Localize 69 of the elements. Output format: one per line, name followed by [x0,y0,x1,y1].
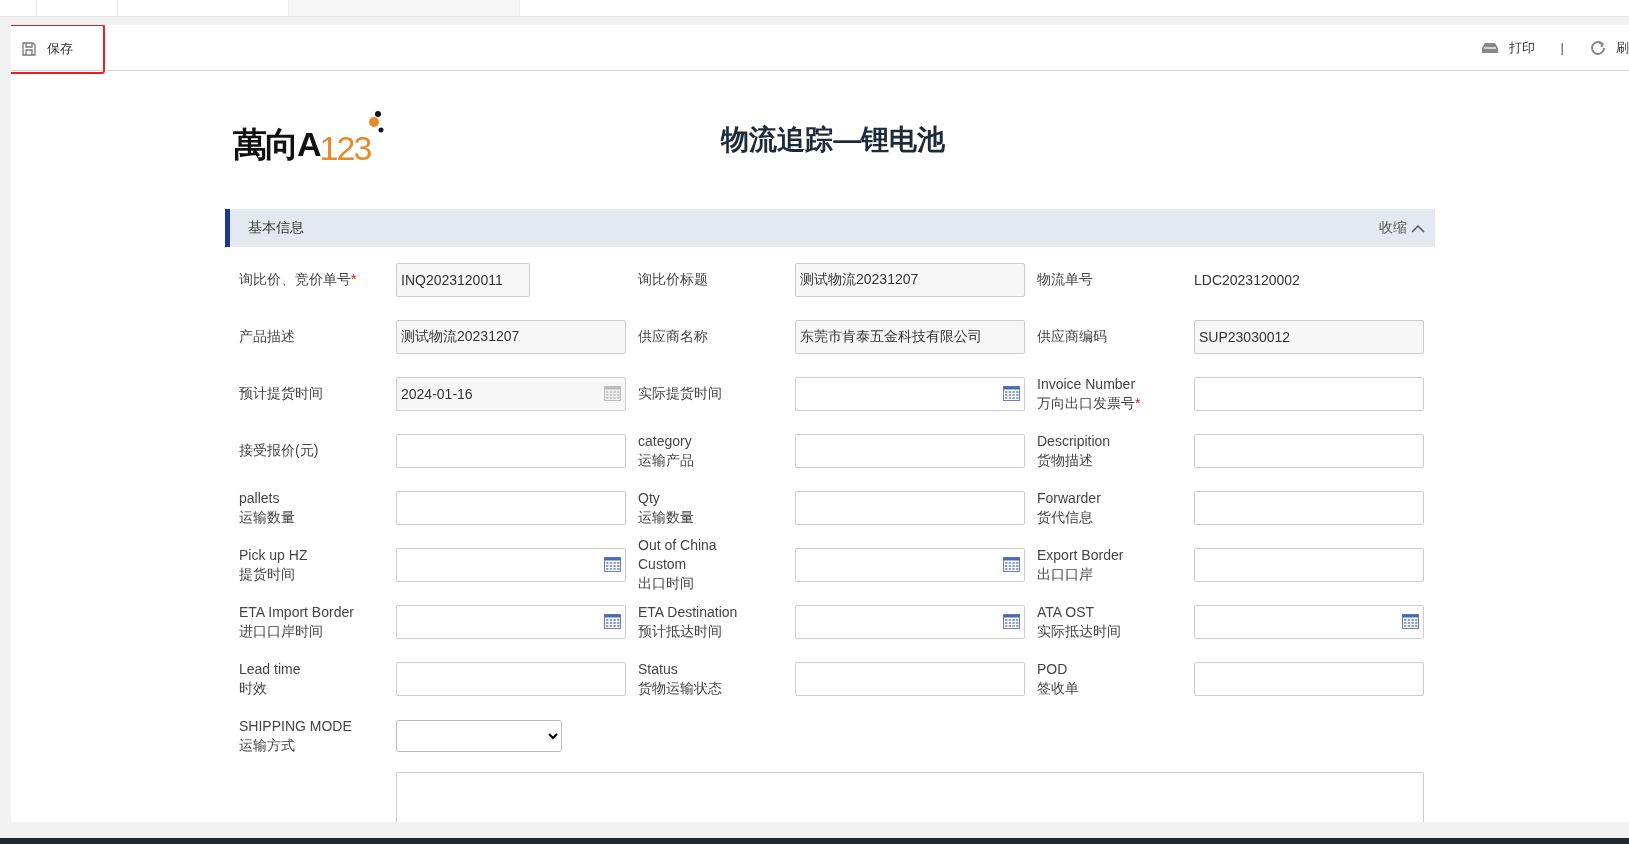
field-label: ETA Import Border 进口口岸时间 [239,602,355,641]
field-label: Forwarder 货代信息 [1037,488,1102,527]
date-field[interactable] [795,376,1025,411]
date-field[interactable] [795,547,1025,582]
field-label: 产品描述 [239,327,296,346]
input-field[interactable]: 测试物流20231207 [396,319,626,354]
save-icon [21,41,37,57]
field-label: ETA Destination 预计抵达时间 [638,602,739,641]
calendar-icon[interactable] [1003,386,1020,401]
field-label: Lead time 时效 [239,659,302,698]
input-field[interactable] [396,490,626,525]
field-label: 供应商编码 [1037,327,1108,346]
date-field[interactable] [1194,604,1424,639]
refresh-button[interactable]: 刷 [1590,38,1629,57]
field-label: Export Border 出口口岸 [1037,545,1125,584]
input-field[interactable] [396,661,626,696]
field-label: POD 签收单 [1037,659,1080,698]
field-label: Pick up HZ 提货时间 [239,545,309,584]
date-field[interactable] [396,547,626,582]
collapse-toggle[interactable]: 收缩 [1379,219,1425,237]
print-icon [1480,41,1499,54]
print-button[interactable]: 打印 [1480,38,1535,57]
calendar-icon[interactable] [1003,557,1020,572]
field-label: 询比价标题 [638,270,709,289]
order-number: LDC2023120002 [1194,271,1301,288]
field-label: 实际提货时间 [638,384,723,403]
calendar-icon[interactable] [1402,614,1419,629]
input-field[interactable] [1194,490,1424,525]
field-label: Descripition 货物描述 [1037,431,1112,470]
date-field[interactable]: 2024-01-16 [396,376,626,411]
input-field[interactable] [396,433,626,468]
text-area[interactable] [396,772,1424,822]
input-field[interactable] [1194,661,1424,696]
input-field[interactable]: INQ2023120011 [396,262,530,297]
field-label: 询比价、竞价单号* [239,270,358,289]
field-label: 供应商名称 [638,327,709,346]
separator: | [1560,40,1564,55]
input-field[interactable] [1194,376,1424,411]
calendar-icon[interactable] [1003,614,1020,629]
field-label: 接受报价(元) [239,441,320,460]
field-label: Out of China Custom 出口时间 [638,536,718,593]
page-title: 物流追踪—锂电池 [721,123,946,157]
field-label: Status 货物运输状态 [638,659,723,698]
date-field[interactable] [396,604,626,639]
field-label: Invoice Number 万向出口发票号* [1037,374,1142,413]
calendar-icon[interactable] [604,614,621,629]
calendar-icon[interactable] [604,557,621,572]
section-title: 基本信息 [248,219,304,237]
refresh-icon [1590,39,1606,56]
company-logo: 萬向A123 [233,122,385,168]
date-field[interactable] [795,604,1025,639]
field-label: ATA OST 实际抵达时间 [1037,602,1122,641]
input-field[interactable]: 东莞市肯泰五金科技有限公司 [795,319,1025,354]
field-label: pallets 运输数量 [239,488,296,527]
save-button[interactable]: 保存 [21,40,73,58]
input-field[interactable] [795,490,1025,525]
input-field[interactable] [1194,547,1424,582]
field-label: Qty 运输数量 [638,488,695,527]
input-field[interactable] [795,433,1025,468]
input-field[interactable]: SUP23030012 [1194,319,1424,354]
input-field[interactable] [795,661,1025,696]
field-label: category 运输产品 [638,431,695,470]
input-field[interactable]: 测试物流20231207 [795,262,1025,297]
chevron-up-icon [1411,223,1425,233]
field-label: 物流单号 [1037,270,1094,289]
field-label: 预计提货时间 [239,384,324,403]
input-field[interactable] [1194,433,1424,468]
field-label: SHIPPING MODE 运输方式 [239,716,353,755]
select-field[interactable] [396,719,562,752]
